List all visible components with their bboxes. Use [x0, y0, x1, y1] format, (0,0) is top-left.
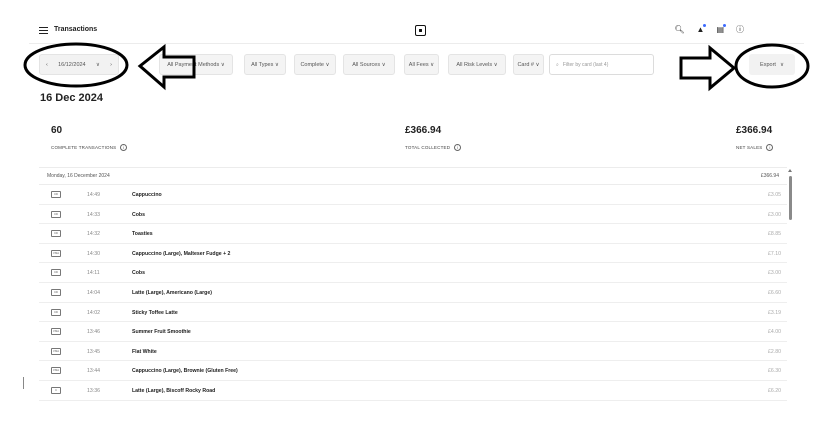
- row-description: Cappuccino (Large), Brownie (Gluten Free…: [132, 368, 238, 375]
- table-row[interactable]: CD 14:11 Cobs £3.00: [39, 263, 787, 283]
- info-icon[interactable]: i: [120, 144, 128, 151]
- card-number-filter[interactable]: Card # ∨: [513, 54, 544, 75]
- row-amount: £7.10: [768, 250, 781, 257]
- row-time: 14:11: [87, 270, 100, 277]
- search-icon: ⌕: [556, 61, 559, 68]
- table-row[interactable]: C 13:36 Latte (Large), Biscoff Rocky Road £…: [39, 381, 787, 401]
- stat-complete-transactions: 60 COMPLETE TRANSACTIONS i: [51, 125, 128, 151]
- chevron-right-icon[interactable]: ›: [110, 62, 112, 68]
- row-description: Sticky Toffee Latte: [132, 309, 178, 316]
- row-time: 14:49: [87, 192, 100, 198]
- table-row[interactable]: VISA 14:30 Cappuccino (Large), Malteser Fu…: [39, 244, 787, 264]
- payment-card-icon: C: [51, 386, 61, 394]
- row-description: Cobs: [132, 211, 145, 218]
- date-picker[interactable]: ‹ 16/12/2024 ∨ ›: [39, 54, 119, 75]
- payment-card-icon: VISA: [51, 249, 61, 257]
- edge-mark: [23, 377, 24, 389]
- payment-card-icon: CD: [51, 308, 61, 316]
- table-row[interactable]: CD 14:32 Toasties £8.85: [39, 224, 787, 244]
- bell-icon[interactable]: ▲: [697, 24, 707, 35]
- payment-card-icon: CD: [51, 210, 61, 218]
- table-row[interactable]: CD 14:02 Sticky Toffee Latte £3.19: [39, 303, 787, 323]
- chevron-down-icon: ∨: [779, 61, 784, 68]
- row-amount: £3.19: [768, 309, 781, 316]
- scrollbar-thumb[interactable]: [788, 176, 792, 220]
- row-amount: £6.30: [768, 368, 781, 375]
- row-amount: £8.85: [768, 231, 781, 238]
- row-time: 13:36: [87, 387, 100, 394]
- payment-card-icon: VISA: [51, 347, 61, 355]
- row-amount: £6.20: [768, 387, 781, 394]
- page-title: Transactions: [54, 26, 98, 33]
- payment-card-icon: CD: [51, 191, 61, 198]
- transactions-window: Transactions 🔍︎ ▲ ▤ ⓘ ‹ 16/12/2024 ∨ › A…: [29, 18, 804, 402]
- top-icons: 🔍︎ ▲ ▤ ⓘ: [674, 24, 744, 35]
- row-description: Summer Fruit Smoothie: [132, 329, 191, 336]
- row-amount: £4.00: [768, 329, 781, 336]
- date-value: 16/12/2024: [58, 61, 86, 68]
- row-description: Toasties: [132, 231, 153, 238]
- payment-card-icon: CD: [51, 288, 61, 296]
- chevron-left-icon[interactable]: ‹: [46, 62, 48, 68]
- transaction-list: Monday, 16 December 2024 £366.94 CD 14:49…: [39, 167, 787, 401]
- chevron-down-icon: ∨: [95, 61, 100, 68]
- risk-levels-filter[interactable]: All Risk Levels ∨: [448, 54, 506, 75]
- fees-filter[interactable]: All Fees ∨: [404, 54, 439, 75]
- row-time: 14:02: [87, 309, 100, 316]
- row-amount: £6.60: [768, 289, 781, 296]
- payment-methods-filter[interactable]: All Payment Methods ∨: [159, 54, 233, 75]
- info-icon[interactable]: i: [766, 144, 774, 151]
- menu-icon[interactable]: [39, 27, 48, 35]
- sources-filter[interactable]: All Sources ∨: [343, 54, 395, 75]
- top-bar: Transactions 🔍︎ ▲ ▤ ⓘ: [29, 18, 804, 44]
- row-description: Latte (Large), Americano (Large): [132, 289, 212, 296]
- row-time: 14:32: [87, 231, 100, 238]
- row-amount: £2.80: [768, 348, 781, 355]
- export-button[interactable]: Export ∨: [749, 54, 795, 75]
- payment-card-icon: VISA: [51, 328, 61, 336]
- search-placeholder: Filter by card (last 4): [562, 61, 609, 68]
- scroll-up-icon[interactable]: [788, 169, 792, 172]
- row-description: Cappuccino: [132, 192, 162, 198]
- info-icon[interactable]: i: [454, 144, 462, 151]
- table-row[interactable]: CD 14:49 Cappuccino £3.05: [39, 185, 787, 205]
- types-filter[interactable]: All Types ∨: [244, 54, 286, 75]
- table-row[interactable]: VISA 13:46 Summer Fruit Smoothie £4.00: [39, 322, 787, 342]
- clipboard-icon[interactable]: ▤: [716, 24, 726, 35]
- stat-net-sales: £366.94 NET SALES i: [736, 125, 774, 151]
- row-description: Cappuccino (Large), Malteser Fudge + 2: [132, 250, 231, 257]
- scrollbar[interactable]: [788, 169, 792, 402]
- row-description: Latte (Large), Biscoff Rocky Road: [132, 387, 216, 394]
- table-row[interactable]: VISA 13:45 Flat White £2.80: [39, 342, 787, 362]
- payment-card-icon: CD: [51, 230, 61, 238]
- row-amount: £3.05: [768, 192, 781, 198]
- row-time: 13:46: [87, 329, 100, 336]
- filter-bar: ‹ 16/12/2024 ∨ › All Payment Methods ∨ A…: [29, 54, 804, 76]
- table-row[interactable]: CD 14:33 Cobs £3.00: [39, 205, 787, 225]
- table-row[interactable]: CD 14:04 Latte (Large), Americano (Large) £…: [39, 283, 787, 303]
- row-time: 14:33: [87, 211, 100, 218]
- date-heading: 16 Dec 2024: [40, 92, 103, 104]
- status-filter[interactable]: Complete ∨: [294, 54, 336, 75]
- square-logo-icon[interactable]: [415, 25, 426, 36]
- payment-card-icon: VISA: [51, 367, 61, 375]
- row-description: Cobs: [132, 270, 145, 277]
- row-amount: £3.00: [768, 270, 781, 277]
- day-header: Monday, 16 December 2024 £366.94: [39, 167, 787, 185]
- stat-total-collected: £366.94 TOTAL COLLECTED i: [405, 125, 462, 151]
- row-time: 13:44: [87, 368, 100, 375]
- row-amount: £3.00: [768, 211, 781, 218]
- row-time: 13:45: [87, 348, 100, 355]
- search-icon[interactable]: 🔍︎: [674, 25, 684, 35]
- row-time: 14:04: [87, 289, 100, 296]
- table-row[interactable]: VISA 13:44 Cappuccino (Large), Brownie (Gl…: [39, 361, 787, 381]
- payment-card-icon: CD: [51, 269, 61, 277]
- row-time: 14:30: [87, 250, 100, 257]
- card-search-input[interactable]: ⌕ Filter by card (last 4): [549, 54, 654, 75]
- help-icon[interactable]: ⓘ: [736, 25, 744, 35]
- row-description: Flat White: [132, 348, 157, 355]
